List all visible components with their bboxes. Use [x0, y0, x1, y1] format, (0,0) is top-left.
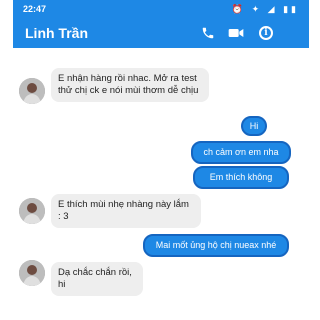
- chat-screen: 22:47 ⏰ ✦ ◢ ▮▮ Linh Trần i E nhận hàng r…: [13, 0, 309, 320]
- message-outgoing[interactable]: Hi: [241, 116, 267, 136]
- message-outgoing[interactable]: Em thích không: [193, 166, 289, 189]
- info-icon[interactable]: i: [257, 24, 275, 42]
- contact-avatar[interactable]: [19, 78, 45, 104]
- message-list[interactable]: E nhận hàng rồi nhac. Mở ra test thử chị…: [13, 48, 309, 320]
- status-time: 22:47: [23, 4, 47, 14]
- message-incoming[interactable]: E nhận hàng rồi nhac. Mở ra test thử chị…: [51, 68, 209, 102]
- contact-avatar[interactable]: [19, 198, 45, 224]
- phone-icon[interactable]: [199, 24, 217, 42]
- contact-avatar[interactable]: [19, 260, 45, 286]
- message-incoming[interactable]: Dạ chắc chắn rồi, hi: [51, 262, 143, 296]
- video-icon[interactable]: [227, 24, 245, 42]
- contact-name[interactable]: Linh Trần: [25, 25, 88, 41]
- conversation-header: Linh Trần i: [13, 18, 309, 48]
- status-icons: ⏰ ✦ ◢ ▮▮: [231, 4, 299, 14]
- message-outgoing[interactable]: Mai mốt ủng hộ chị nueax nhé: [143, 234, 289, 257]
- info-glyph: i: [259, 26, 273, 40]
- status-bar: 22:47 ⏰ ✦ ◢ ▮▮: [13, 0, 309, 18]
- message-outgoing[interactable]: ch cảm ơn em nha: [191, 141, 291, 164]
- message-incoming[interactable]: E thích mùi nhẹ nhàng này lắm : 3: [51, 194, 201, 228]
